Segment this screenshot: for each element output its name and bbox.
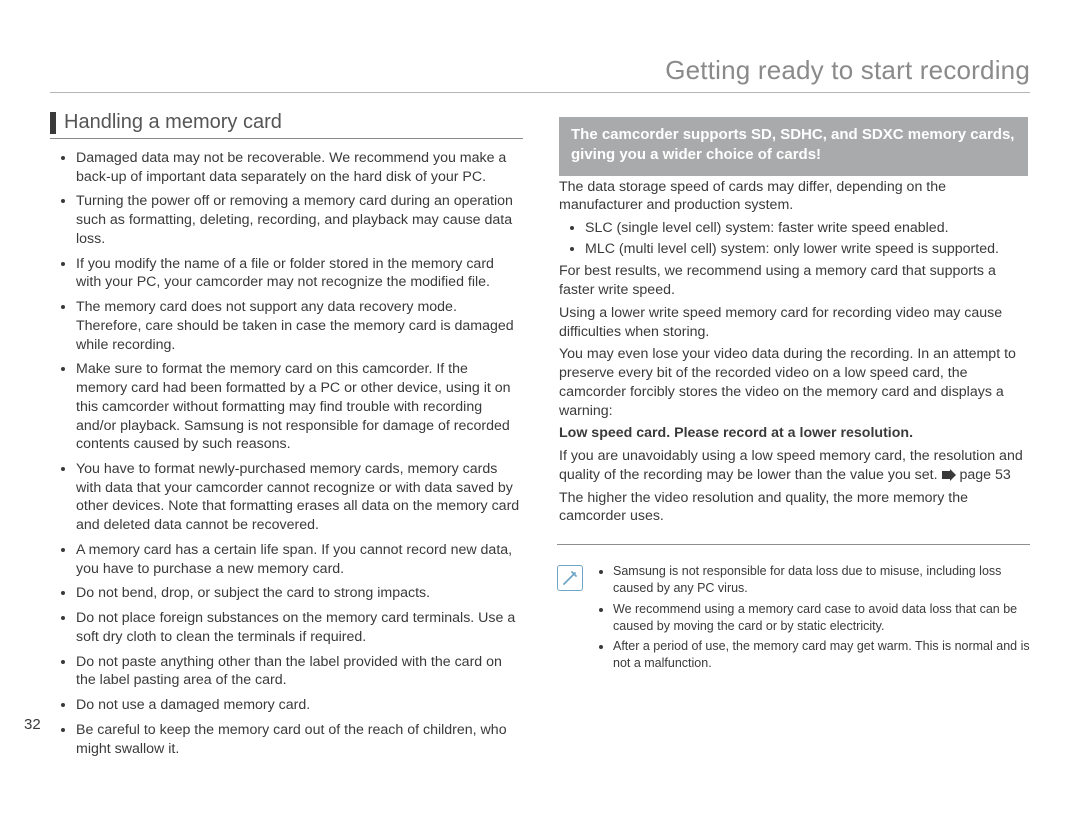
content-columns: Handling a memory card Damaged data may … (50, 111, 1030, 764)
list-item: MLC (multi level cell) system: only lowe… (585, 240, 1028, 259)
paragraph: For best results, we recommend using a m… (559, 262, 1028, 299)
list-item: Turning the power off or removing a memo… (76, 192, 523, 248)
section-title-row: Handling a memory card (50, 111, 523, 139)
chapter-title: Getting ready to start recording (50, 55, 1030, 86)
list-item: Do not place foreign substances on the m… (76, 609, 523, 646)
paragraph: You may even lose your video data during… (559, 345, 1028, 420)
page-ref-arrow-icon (942, 470, 956, 480)
list-item: Do not use a damaged memory card. (76, 696, 523, 715)
paragraph: The higher the video resolution and qual… (559, 489, 1028, 526)
list-item: Do not paste anything other than the lab… (76, 653, 523, 690)
text-span: page 53 (959, 467, 1010, 483)
list-item: A memory card has a certain life span. I… (76, 541, 523, 578)
handling-list: Damaged data may not be recoverable. We … (50, 149, 523, 758)
list-item: The memory card does not support any dat… (76, 298, 523, 354)
note-item: After a period of use, the memory card m… (613, 638, 1030, 672)
right-column: The camcorder supports SD, SDHC, and SDX… (557, 111, 1030, 764)
paragraph-unavoid: If you are unavoidably using a low speed… (559, 447, 1028, 484)
page-number: 32 (24, 716, 41, 733)
note-item: Samsung is not responsible for data loss… (613, 563, 1030, 597)
manual-page: Getting ready to start recording Handlin… (0, 0, 1080, 825)
list-item: You have to format newly-purchased memor… (76, 460, 523, 535)
section-title-text: Handling a memory card (64, 111, 282, 134)
note-item: We recommend using a memory card case to… (613, 601, 1030, 635)
divider (50, 92, 1030, 93)
info-banner: The camcorder supports SD, SDHC, and SDX… (559, 117, 1028, 176)
list-item: Damaged data may not be recoverable. We … (76, 149, 523, 186)
note-icon (557, 565, 583, 591)
warning-bold: Low speed card. Please record at a lower… (559, 424, 1028, 443)
section-title-bar (50, 112, 56, 134)
list-item: Make sure to format the memory card on t… (76, 360, 523, 454)
list-item: SLC (single level cell) system: faster w… (585, 219, 1028, 238)
list-item: If you modify the name of a file or fold… (76, 255, 523, 292)
list-item: Be careful to keep the memory card out o… (76, 721, 523, 758)
paragraph: Using a lower write speed memory card fo… (559, 304, 1028, 341)
paragraph: The data storage speed of cards may diff… (559, 178, 1028, 215)
note-list: Samsung is not responsible for data loss… (595, 563, 1030, 676)
left-column: Handling a memory card Damaged data may … (50, 111, 523, 764)
list-item: Do not bend, drop, or subject the card t… (76, 584, 523, 603)
cell-system-list: SLC (single level cell) system: faster w… (559, 219, 1028, 258)
note-block: Samsung is not responsible for data loss… (557, 563, 1030, 676)
info-box: The camcorder supports SD, SDHC, and SDX… (557, 111, 1030, 545)
